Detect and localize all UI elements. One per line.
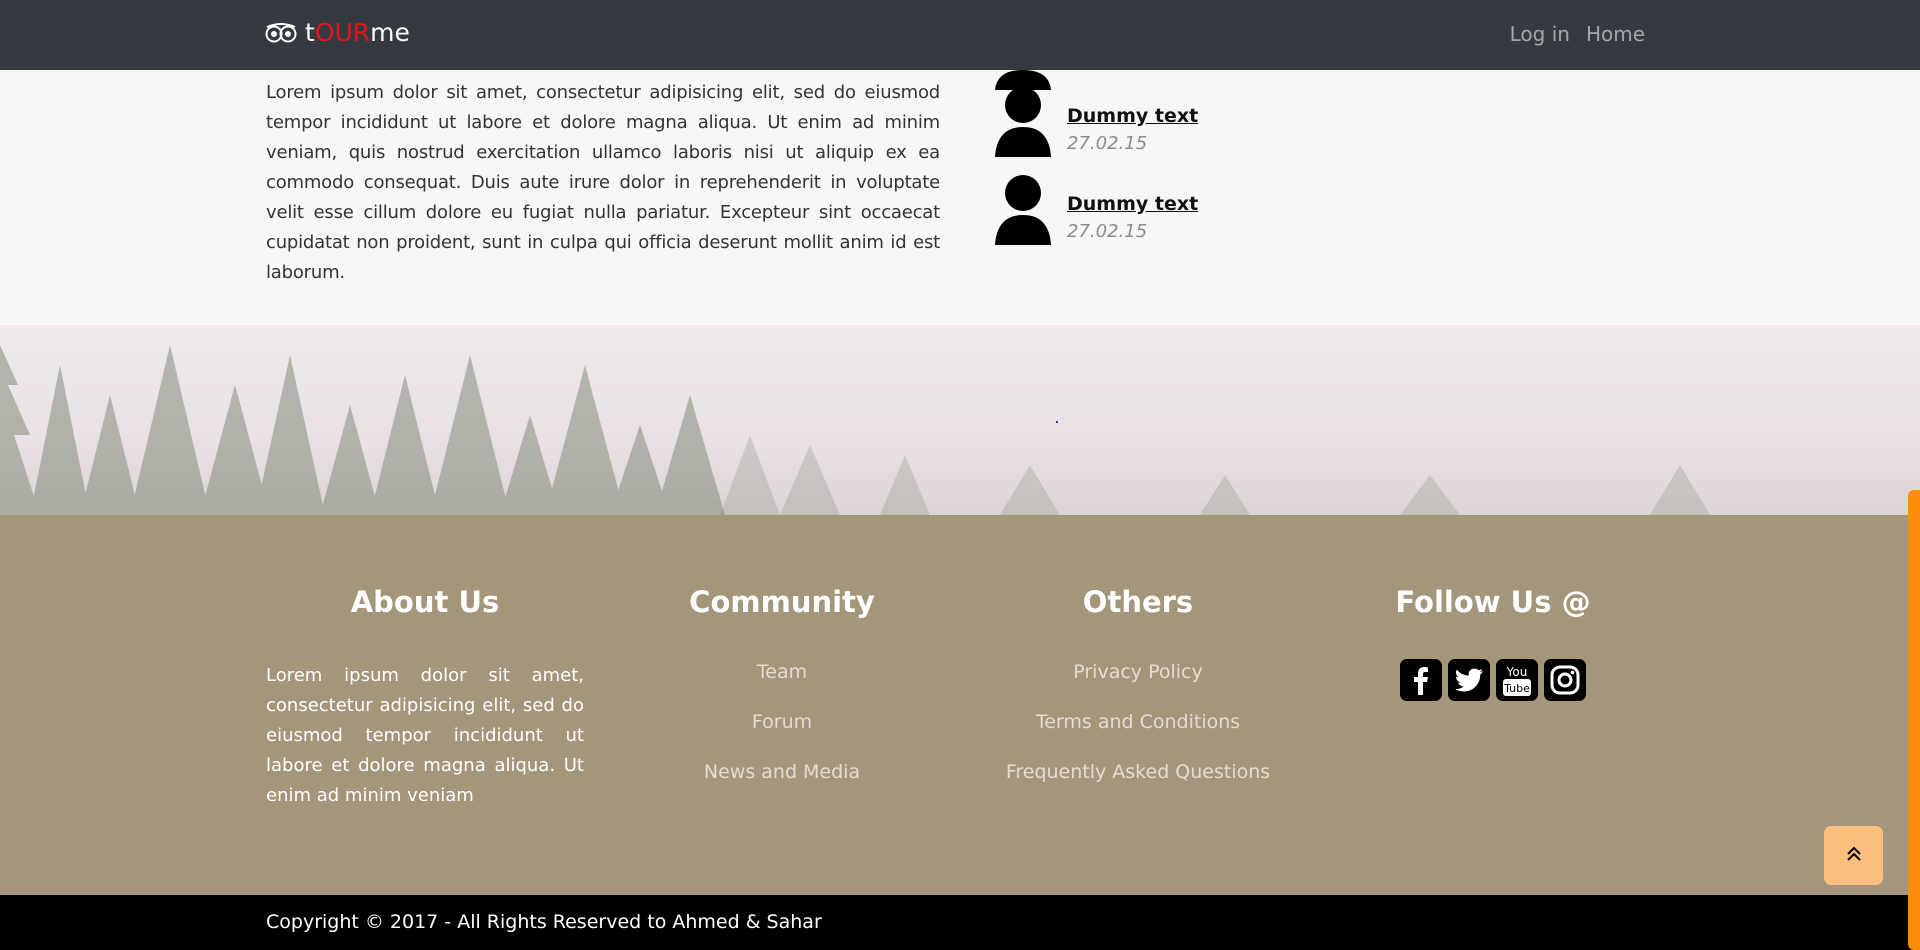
recent-posts: Dummy text 27.02.15 Dummy text 27.02.15 xyxy=(995,50,1295,245)
about-text: Lorem ipsum dolor sit amet, consectetur … xyxy=(266,665,584,806)
post-title-link[interactable]: Dummy text xyxy=(1067,105,1198,127)
brand-highlight: OUR xyxy=(314,18,371,47)
footer-link-terms-and-conditions[interactable]: Terms and Conditions xyxy=(1000,709,1276,759)
owl-icon xyxy=(265,22,297,43)
footer-others: Others Privacy Policy Terms and Conditio… xyxy=(1000,585,1276,809)
youtube-icon[interactable]: You Tube xyxy=(1496,659,1538,701)
navbar: t OUR me Log in Home xyxy=(0,0,1920,70)
brand-suffix: me xyxy=(370,18,410,47)
nav-home-link[interactable]: Home xyxy=(1586,22,1645,46)
post-date: 27.02.15 xyxy=(1067,221,1148,242)
facebook-icon[interactable] xyxy=(1400,659,1442,701)
intro-section: Lorem ipsum dolor sit amet, consectetur … xyxy=(0,70,1920,325)
user-avatar-icon xyxy=(995,85,1051,161)
post-title-link[interactable]: Dummy text xyxy=(1067,193,1198,215)
scroll-to-top-button[interactable] xyxy=(1824,826,1883,885)
banner-dot xyxy=(1056,421,1058,423)
nav-login-link[interactable]: Log in xyxy=(1510,22,1570,46)
post-item: Dummy text 27.02.15 xyxy=(995,85,1295,173)
double-chevron-up-icon xyxy=(1845,845,1863,867)
footer-about: About Us Lorem ipsum dolor sit amet, con… xyxy=(266,585,584,811)
forest-banner-image xyxy=(0,325,1920,515)
intro-paragraph: Lorem ipsum dolor sit amet, consectetur … xyxy=(266,82,940,283)
nav-links: Log in Home xyxy=(1510,22,1645,46)
social-icons: You Tube xyxy=(1393,659,1593,701)
brand-prefix: t xyxy=(305,18,315,47)
footer-link-news-and-media[interactable]: News and Media xyxy=(682,759,882,809)
twitter-icon[interactable] xyxy=(1448,659,1490,701)
about-heading: About Us xyxy=(350,585,500,619)
footer-link-team[interactable]: Team xyxy=(682,659,882,709)
site-footer: About Us Lorem ipsum dolor sit amet, con… xyxy=(0,515,1920,895)
footer-link-forum[interactable]: Forum xyxy=(682,709,882,759)
svg-text:You: You xyxy=(1506,665,1528,679)
post-date: 27.02.15 xyxy=(1067,133,1148,154)
copyright-bar: Copyright © 2017 - All Rights Reserved t… xyxy=(0,895,1920,950)
instagram-icon[interactable] xyxy=(1544,659,1586,701)
others-heading: Others xyxy=(1082,585,1194,619)
community-heading: Community xyxy=(689,585,875,619)
footer-follow: Follow Us @ You Tube xyxy=(1393,585,1593,701)
brand-logo[interactable]: t OUR me xyxy=(265,18,410,47)
follow-heading: Follow Us @ xyxy=(1395,585,1591,619)
others-links: Privacy Policy Terms and Conditions Freq… xyxy=(1000,659,1276,809)
scrollbar-thumb[interactable] xyxy=(1908,490,1920,950)
footer-community: Community Team Forum News and Media xyxy=(682,585,882,809)
footer-link-faq[interactable]: Frequently Asked Questions xyxy=(1000,759,1276,809)
tree-silhouettes xyxy=(0,345,1710,515)
post-item: Dummy text 27.02.15 xyxy=(995,173,1295,261)
footer-link-privacy-policy[interactable]: Privacy Policy xyxy=(1000,659,1276,709)
user-avatar-icon xyxy=(995,173,1051,249)
community-links: Team Forum News and Media xyxy=(682,659,882,809)
svg-text:Tube: Tube xyxy=(1503,682,1530,695)
copyright-text: Copyright © 2017 - All Rights Reserved t… xyxy=(266,911,822,933)
